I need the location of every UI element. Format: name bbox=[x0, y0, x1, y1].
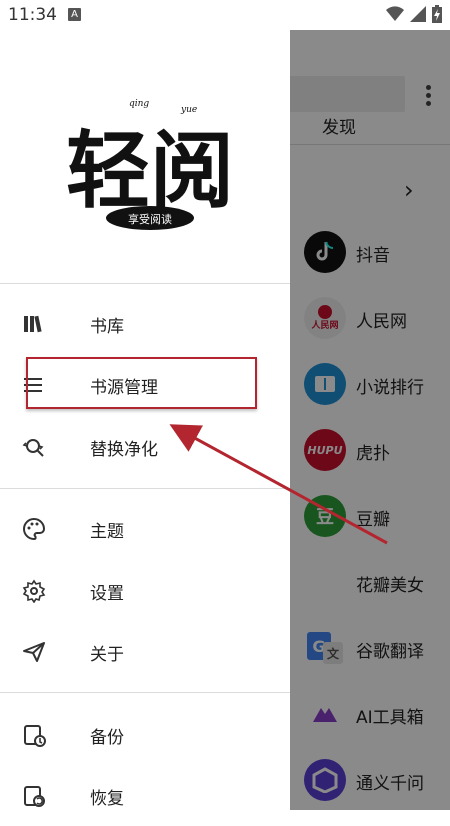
menu-item-about[interactable]: 关于 bbox=[0, 622, 290, 682]
menu-item-theme[interactable]: 主题 bbox=[0, 499, 290, 559]
divider bbox=[0, 283, 290, 284]
divider bbox=[0, 692, 290, 693]
svg-text:享受阅读: 享受阅读 bbox=[128, 212, 172, 226]
menu-item-backup[interactable]: 备份 bbox=[0, 705, 290, 765]
restore-icon bbox=[24, 786, 45, 807]
status-bar: 11:34 A bbox=[0, 0, 450, 30]
menu-label: 书库 bbox=[90, 317, 124, 337]
menu-item-restore[interactable]: 恢复 bbox=[0, 766, 290, 826]
menu-item-bookshelf[interactable]: 书库 bbox=[0, 294, 290, 354]
backup-icon bbox=[24, 725, 46, 747]
svg-text:qing: qing bbox=[129, 99, 149, 109]
app-logo: qing yue 轻阅 享受阅读 bbox=[66, 99, 234, 230]
wifi-icon bbox=[386, 6, 404, 22]
signal-icon bbox=[410, 6, 426, 22]
gear-icon bbox=[22, 579, 46, 603]
menu-label: 关于 bbox=[90, 645, 124, 665]
svg-text:轻阅: 轻阅 bbox=[66, 121, 234, 220]
svg-text:yue: yue bbox=[180, 105, 197, 115]
menu-label: 替换净化 bbox=[90, 440, 158, 460]
menu-label: 设置 bbox=[90, 584, 124, 604]
notification-icon: A bbox=[68, 8, 81, 21]
annotation-highlight-box bbox=[26, 357, 257, 409]
divider bbox=[0, 488, 290, 489]
bookshelf-icon bbox=[24, 315, 42, 333]
replace-search-icon bbox=[22, 439, 44, 457]
palette-icon bbox=[23, 517, 46, 541]
menu-label: 主题 bbox=[90, 522, 124, 542]
send-icon bbox=[23, 642, 45, 662]
menu-item-replace-purify[interactable]: 替换净化 bbox=[0, 417, 290, 477]
battery-icon bbox=[432, 5, 442, 23]
status-time: 11:34 bbox=[8, 5, 57, 25]
navigation-drawer: qing yue 轻阅 享受阅读 书库 书源管理 替换净化 主题 设置 关于 备… bbox=[0, 30, 290, 810]
menu-label: 恢复 bbox=[90, 789, 124, 809]
menu-label: 备份 bbox=[90, 728, 124, 748]
menu-item-settings[interactable]: 设置 bbox=[0, 561, 290, 621]
